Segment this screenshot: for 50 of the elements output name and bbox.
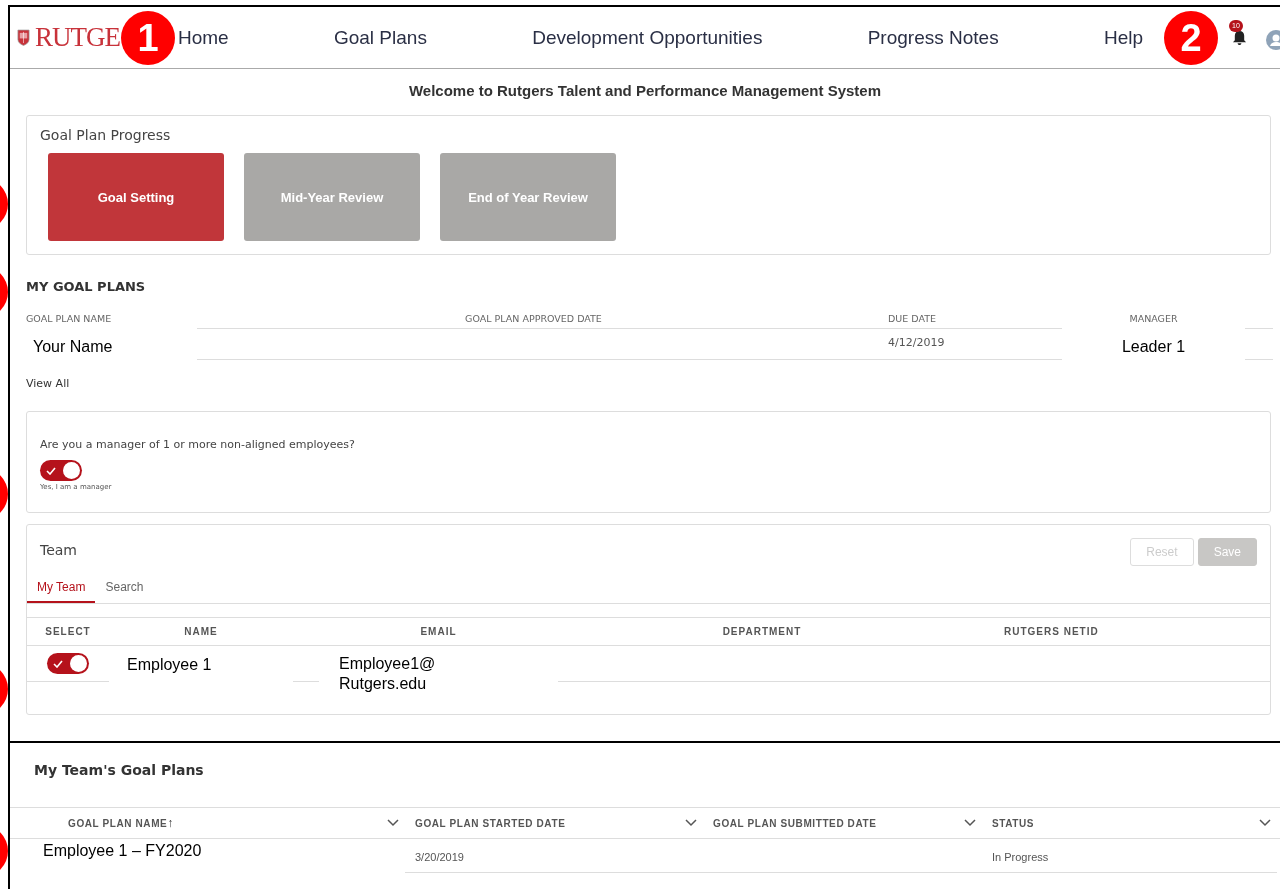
table-cell: Employee1@ Rutgers.edu — [339, 654, 436, 694]
table-cell-text: Your Name — [32, 337, 114, 357]
bell-icon[interactable] — [1232, 29, 1247, 46]
column-header: EMAIL — [419, 626, 458, 637]
section-title: MY GOAL PLANS — [26, 279, 147, 294]
column-header[interactable]: GOAL PLAN STARTED DATE — [415, 817, 566, 829]
toggle-switch[interactable] — [40, 460, 82, 481]
tab[interactable]: Search — [95, 580, 154, 603]
welcome-heading: Welcome to Rutgers Talent and Performance Management System — [407, 82, 883, 99]
callout-marker: 2 — [1164, 11, 1218, 65]
column-header: NAME — [183, 626, 219, 637]
view-all-link[interactable]: View All — [26, 377, 70, 390]
nav-link[interactable]: Progress Notes — [867, 26, 999, 49]
column-header: GOAL PLAN APPROVED DATE — [464, 313, 603, 324]
column-header[interactable]: GOAL PLAN SUBMITTED DATE — [713, 817, 877, 829]
chevron-down-icon[interactable] — [1259, 819, 1271, 827]
nav-link[interactable]: Help — [1103, 26, 1143, 49]
toggle-switch[interactable] — [47, 653, 89, 674]
nav-link[interactable]: Development Opportunities — [532, 26, 763, 49]
column-header[interactable]: GOAL PLAN NAME↑ — [68, 816, 174, 830]
card-title: Goal Plan Progress — [40, 127, 172, 143]
column-header: DEPARTMENT — [721, 626, 803, 637]
column-header: RUTGERS NETID — [1003, 626, 1100, 637]
table-cell-text: Leader 1 — [1120, 337, 1187, 357]
check-icon — [53, 659, 63, 668]
check-icon — [46, 466, 56, 475]
chevron-down-icon[interactable] — [387, 819, 399, 827]
table-cell: In Progress — [992, 850, 1049, 863]
table-cell: 3/20/2019 — [415, 850, 464, 863]
column-header: MANAGER — [1128, 313, 1179, 324]
section-title: My Team's Goal Plans — [34, 762, 205, 778]
table-cell: 4/12/2019 — [888, 336, 945, 349]
column-header: DUE DATE — [887, 313, 937, 324]
chevron-down-icon[interactable] — [685, 819, 697, 827]
empty-cell — [1245, 328, 1273, 360]
nav-link[interactable]: Home — [178, 26, 229, 49]
column-header: GOAL PLAN NAME — [26, 313, 113, 324]
nav-link[interactable]: Goal Plans — [333, 26, 427, 49]
table-cell: Employee 1 – FY2020 — [43, 842, 202, 860]
column-header: SELECT — [44, 626, 92, 637]
question-text: Are you a manager of 1 or more non-aligned employees? — [40, 438, 356, 451]
chevron-down-icon[interactable] — [964, 819, 976, 827]
stage-tile[interactable]: Goal Setting — [48, 153, 224, 241]
callout-marker: 1 — [121, 11, 175, 65]
column-header[interactable]: STATUS — [992, 817, 1035, 829]
tab[interactable]: My Team — [27, 580, 96, 603]
logo-wordmark[interactable]: RUTGE — [35, 22, 120, 53]
table-cell: Employee 1 — [127, 656, 212, 674]
card-title: Team — [40, 542, 77, 560]
user-avatar-icon[interactable] — [1266, 30, 1280, 50]
